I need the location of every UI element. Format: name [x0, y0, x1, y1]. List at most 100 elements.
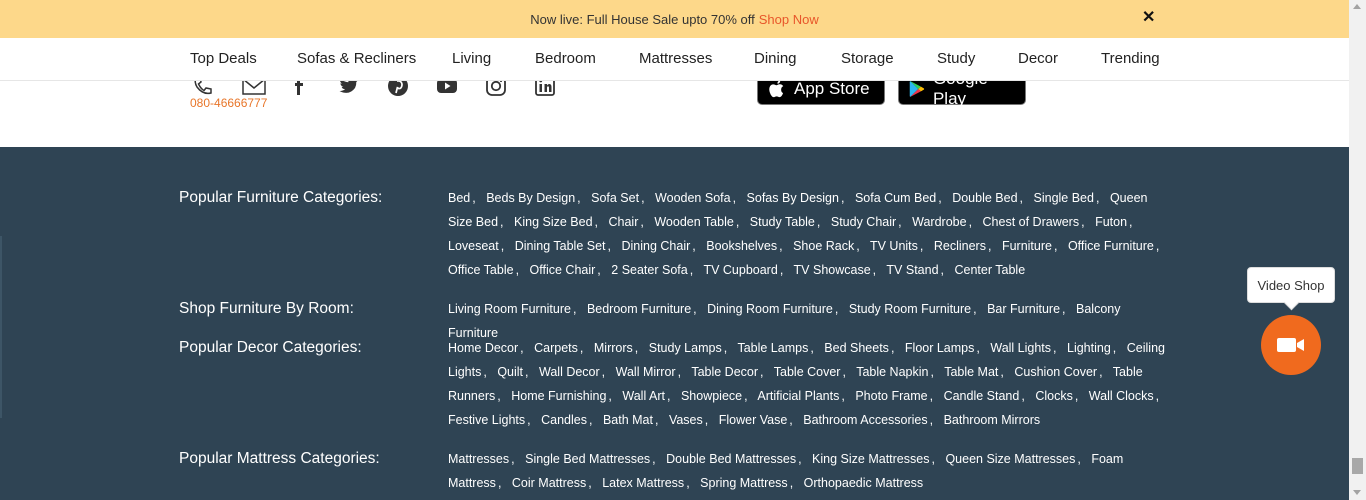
footer-category-link[interactable]: Dining Room Furniture	[707, 302, 833, 316]
footer-category-link[interactable]: Carpets	[534, 341, 578, 355]
footer-category-link[interactable]: Chest of Drawers	[983, 215, 1080, 229]
nav-item-storage[interactable]: Storage	[841, 50, 894, 67]
footer-category-link[interactable]: Bathroom Accessories	[803, 413, 927, 427]
footer-category-link[interactable]: Table Lamps	[737, 341, 808, 355]
footer-category-link[interactable]: Wooden Table	[654, 215, 733, 229]
footer-category-link[interactable]: Wardrobe	[912, 215, 966, 229]
page-scrollbar[interactable]	[1349, 0, 1366, 500]
app-store-label: App Store	[794, 79, 870, 98]
footer-category-link[interactable]: Floor Lamps	[905, 341, 974, 355]
footer-category-link[interactable]: Loveseat	[448, 239, 499, 253]
footer-category-link[interactable]: Queen Size Mattresses	[945, 452, 1075, 466]
footer-category-link[interactable]: Shoe Rack	[793, 239, 854, 253]
nav-item-bedroom[interactable]: Bedroom	[535, 50, 596, 67]
footer-category-link[interactable]: TV Units	[870, 239, 918, 253]
footer-category-link[interactable]: Latex Mattress	[602, 476, 684, 490]
scroll-thumb[interactable]	[1352, 458, 1363, 474]
footer-category-link[interactable]: Coir Mattress	[512, 476, 586, 490]
footer-category-link[interactable]: Wall Decor	[539, 365, 600, 379]
footer-category-link[interactable]: Wall Mirror	[616, 365, 676, 379]
footer-category-link[interactable]: Bed Sheets	[824, 341, 889, 355]
footer-category-link[interactable]: TV Stand	[886, 263, 938, 277]
footer-category-link[interactable]: Living Room Furniture	[448, 302, 571, 316]
footer-category-link[interactable]: Orthopaedic Mattress	[804, 476, 924, 490]
footer-category-link[interactable]: Sofas By Design	[747, 191, 839, 205]
footer-category-link[interactable]: TV Cupboard	[703, 263, 777, 277]
nav-item-living[interactable]: Living	[452, 50, 491, 67]
footer-category-link[interactable]: Artificial Plants	[757, 389, 839, 403]
footer-category-link[interactable]: Quilt	[497, 365, 523, 379]
footer-category-link[interactable]: Dining Chair	[621, 239, 690, 253]
footer-category-link[interactable]: Double Bed Mattresses	[666, 452, 796, 466]
footer-category-link[interactable]: Recliners	[934, 239, 986, 253]
footer-category-link[interactable]: Futon	[1095, 215, 1127, 229]
link-separator: ,	[525, 365, 529, 379]
footer-category-link[interactable]: Wall Lights	[990, 341, 1051, 355]
footer-category-link[interactable]: Wall Art	[622, 389, 665, 403]
footer-category-link[interactable]: Bed	[448, 191, 470, 205]
link-separator: ,	[898, 215, 902, 229]
footer-category-link[interactable]: Clocks	[1035, 389, 1073, 403]
close-icon[interactable]: ✕	[1142, 8, 1155, 28]
footer-category-link[interactable]: Study Lamps	[649, 341, 722, 355]
footer-category-link[interactable]: Office Chair	[530, 263, 596, 277]
footer-category-link[interactable]: Mirrors	[594, 341, 633, 355]
footer-category-link[interactable]: Mattresses	[448, 452, 509, 466]
footer-category-link[interactable]: Table Cover	[774, 365, 841, 379]
nav-item-top-deals[interactable]: Top Deals	[190, 50, 257, 67]
link-separator: ,	[640, 215, 644, 229]
footer-category-link[interactable]: Bedroom Furniture	[587, 302, 691, 316]
footer-category-link[interactable]: TV Showcase	[794, 263, 871, 277]
footer-category-link[interactable]: Bathroom Mirrors	[944, 413, 1041, 427]
nav-item-sofas-recliners[interactable]: Sofas & Recliners	[297, 50, 416, 67]
footer-category-link[interactable]: Study Room Furniture	[849, 302, 971, 316]
footer-category-link[interactable]: Cushion Cover	[1014, 365, 1097, 379]
footer-category-link[interactable]: Double Bed	[952, 191, 1017, 205]
footer-category-link[interactable]: Candles	[541, 413, 587, 427]
footer-category-link[interactable]: Office Table	[448, 263, 514, 277]
footer-category-link[interactable]: King Size Mattresses	[812, 452, 929, 466]
footer-category-link[interactable]: Chair	[609, 215, 639, 229]
footer-category-link[interactable]: Photo Frame	[855, 389, 927, 403]
nav-item-dining[interactable]: Dining	[754, 50, 797, 67]
footer-category-link[interactable]: Table Mat	[944, 365, 998, 379]
footer-category-link[interactable]: King Size Bed	[514, 215, 593, 229]
footer-category-link[interactable]: Office Furniture	[1068, 239, 1154, 253]
footer-category-link[interactable]: Home Furnishing	[511, 389, 606, 403]
footer-category-link[interactable]: Vases	[669, 413, 703, 427]
footer-category-link[interactable]: Dining Table Set	[515, 239, 606, 253]
nav-item-mattresses[interactable]: Mattresses	[639, 50, 712, 67]
footer-category-link[interactable]: Wall Clocks	[1089, 389, 1154, 403]
footer-category-link[interactable]: Showpiece	[681, 389, 742, 403]
nav-item-study[interactable]: Study	[937, 50, 975, 67]
video-shop-button[interactable]	[1261, 315, 1321, 375]
footer-category-link[interactable]: Study Table	[750, 215, 815, 229]
footer-category-link[interactable]: Wooden Sofa	[655, 191, 731, 205]
footer-category-link[interactable]: Festive Lights	[448, 413, 525, 427]
scroll-down-arrow-icon[interactable]	[1353, 490, 1361, 495]
footer-category-link[interactable]: Lighting	[1067, 341, 1111, 355]
footer-category-link[interactable]: Flower Vase	[719, 413, 788, 427]
nav-item-decor[interactable]: Decor	[1018, 50, 1058, 67]
footer-category-link[interactable]: Center Table	[955, 263, 1026, 277]
footer-category-link[interactable]: Sofa Cum Bed	[855, 191, 936, 205]
footer-category-link[interactable]: Study Chair	[831, 215, 896, 229]
phone-number[interactable]: 080-46666777	[190, 96, 267, 110]
footer-category-link[interactable]: Furniture	[1002, 239, 1052, 253]
footer-category-link[interactable]: Beds By Design	[486, 191, 575, 205]
footer-category-link[interactable]: Table Decor	[691, 365, 758, 379]
footer-category-link[interactable]: Spring Mattress	[700, 476, 788, 490]
scroll-up-arrow-icon[interactable]	[1353, 4, 1361, 9]
footer-category-link[interactable]: Bar Furniture	[987, 302, 1060, 316]
footer-category-link[interactable]: Candle Stand	[944, 389, 1020, 403]
footer-category-link[interactable]: Sofa Set	[591, 191, 639, 205]
footer-category-link[interactable]: Table Napkin	[856, 365, 928, 379]
shop-now-link[interactable]: Shop Now	[759, 12, 819, 27]
nav-item-trending[interactable]: Trending	[1101, 50, 1160, 67]
footer-category-link[interactable]: 2 Seater Sofa	[611, 263, 687, 277]
footer-category-link[interactable]: Home Decor	[448, 341, 518, 355]
footer-category-link[interactable]: Bath Mat	[603, 413, 653, 427]
footer-category-link[interactable]: Bookshelves	[706, 239, 777, 253]
footer-category-link[interactable]: Single Bed	[1034, 191, 1094, 205]
footer-category-link[interactable]: Single Bed Mattresses	[525, 452, 650, 466]
